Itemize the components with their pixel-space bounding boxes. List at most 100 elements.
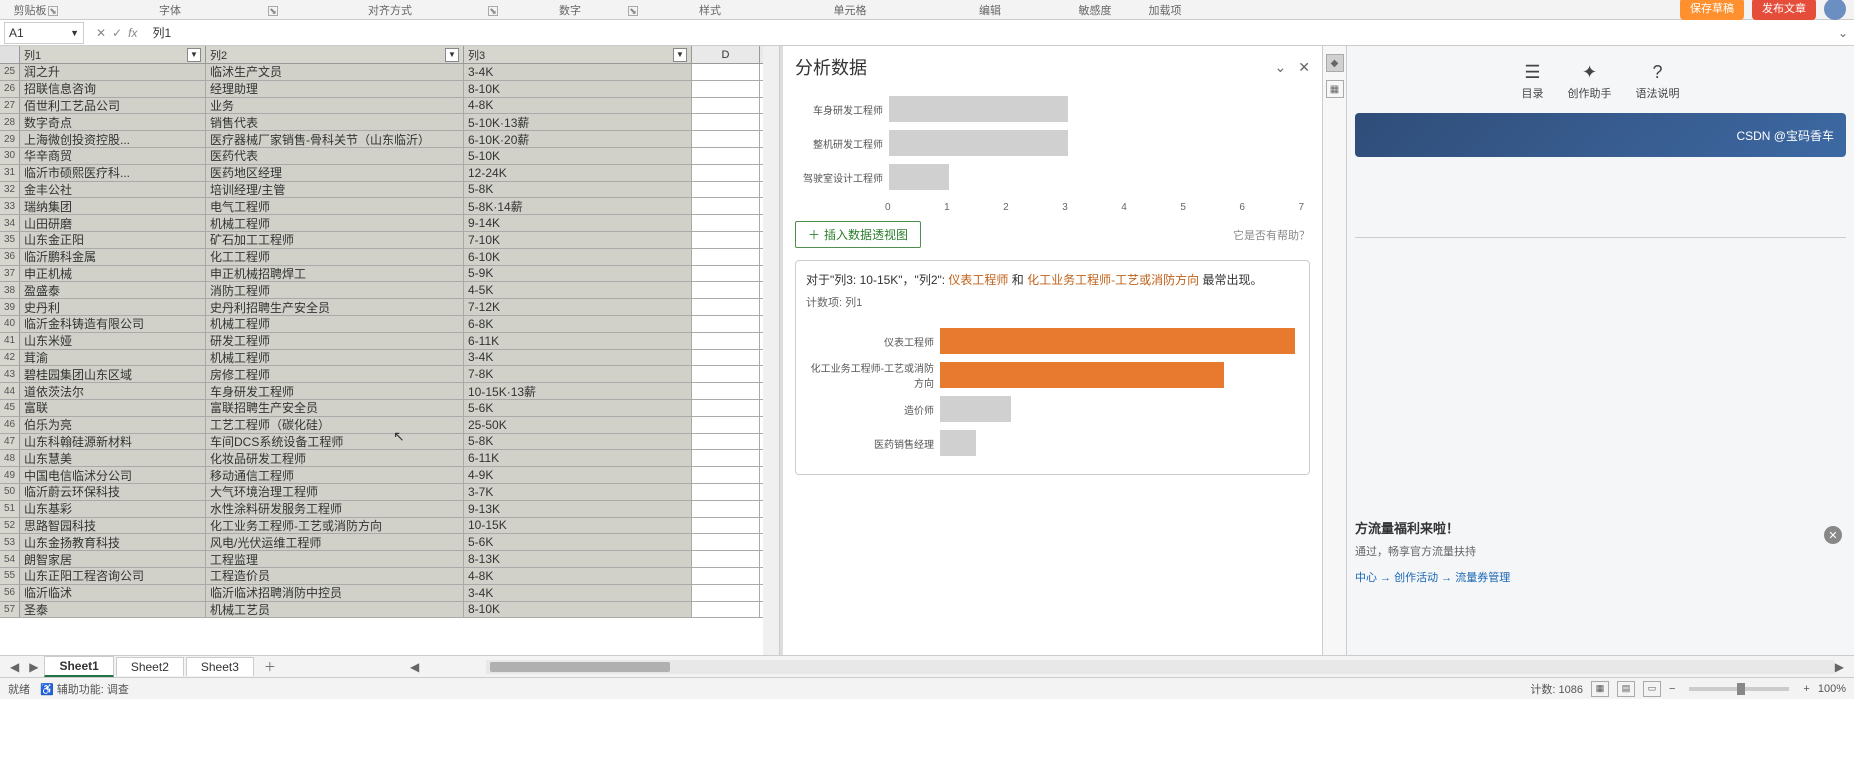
cell[interactable] bbox=[692, 148, 760, 164]
table-row[interactable]: 26招联信息咨询经理助理8-10K bbox=[0, 81, 779, 98]
cell[interactable]: 9-13K bbox=[464, 501, 692, 517]
table-row[interactable]: 30华辛商贸医药代表5-10K bbox=[0, 148, 779, 165]
tab-grammar[interactable]: ?语法说明 bbox=[1636, 62, 1680, 101]
table-row[interactable]: 42茸渝机械工程师3-4K bbox=[0, 350, 779, 367]
insert-pivot-button[interactable]: ＋插入数据透视图 bbox=[795, 221, 921, 248]
publish-button[interactable]: 发布文章 bbox=[1752, 0, 1816, 20]
cell[interactable]: 25-50K bbox=[464, 417, 692, 433]
cell[interactable] bbox=[692, 232, 760, 248]
cell[interactable] bbox=[692, 215, 760, 231]
cell[interactable]: 工艺工程师（碳化硅） bbox=[206, 417, 464, 433]
column-header-a[interactable]: 列1▼ bbox=[20, 46, 206, 63]
cell[interactable] bbox=[692, 81, 760, 97]
row-number[interactable]: 28 bbox=[0, 114, 20, 130]
cell[interactable]: 山东基彩 bbox=[20, 501, 206, 517]
cell[interactable]: 伯乐为亮 bbox=[20, 417, 206, 433]
cell[interactable]: 12-24K bbox=[464, 165, 692, 181]
zoom-out-icon[interactable]: − bbox=[1669, 683, 1675, 695]
cell[interactable]: 圣泰 bbox=[20, 602, 206, 618]
cell[interactable] bbox=[692, 484, 760, 500]
cell[interactable]: 山东科翰硅源新材料 bbox=[20, 434, 206, 450]
table-row[interactable]: 27佰世利工艺品公司业务4-8K bbox=[0, 98, 779, 115]
cell[interactable]: 机械工程师 bbox=[206, 316, 464, 332]
cell[interactable]: 移动通信工程师 bbox=[206, 467, 464, 483]
close-ad-icon[interactable]: ✕ bbox=[1824, 526, 1842, 544]
table-row[interactable]: 39史丹利史丹利招聘生产安全员7-12K bbox=[0, 299, 779, 316]
cell[interactable]: 4-8K bbox=[464, 98, 692, 114]
table-row[interactable]: 31临沂市硕熙医疗科...医药地区经理12-24K bbox=[0, 165, 779, 182]
cell[interactable]: 山田研磨 bbox=[20, 215, 206, 231]
cell[interactable]: 临沂市硕熙医疗科... bbox=[20, 165, 206, 181]
cell[interactable]: 数字奇点 bbox=[20, 114, 206, 130]
table-row[interactable]: 55山东正阳工程咨询公司工程造价员4-8K bbox=[0, 568, 779, 585]
dialog-launcher-icon[interactable]: ⬊ bbox=[488, 6, 498, 16]
column-header-c[interactable]: 列3▼ bbox=[464, 46, 692, 63]
row-number[interactable]: 44 bbox=[0, 383, 20, 399]
cell[interactable]: 瑞纳集团 bbox=[20, 198, 206, 214]
cell[interactable]: 机械工程师 bbox=[206, 350, 464, 366]
row-number[interactable]: 48 bbox=[0, 450, 20, 466]
chevron-down-icon[interactable]: ⌄ bbox=[1275, 59, 1287, 76]
table-row[interactable]: 48山东慧美化妆品研发工程师6-11K bbox=[0, 450, 779, 467]
cell[interactable]: 5-6K bbox=[464, 400, 692, 416]
cell[interactable]: 房修工程师 bbox=[206, 366, 464, 382]
filter-icon[interactable]: ▼ bbox=[673, 48, 687, 62]
sheet-tab-3[interactable]: Sheet3 bbox=[186, 657, 254, 676]
cell[interactable]: 化工工程师 bbox=[206, 249, 464, 265]
cell[interactable]: 机械工艺员 bbox=[206, 602, 464, 618]
formula-input[interactable]: 列1 bbox=[145, 22, 1831, 44]
cell[interactable]: 6-8K bbox=[464, 316, 692, 332]
cell[interactable]: 消防工程师 bbox=[206, 282, 464, 298]
row-number[interactable]: 35 bbox=[0, 232, 20, 248]
table-row[interactable]: 35山东金正阳矿石加工工程师7-10K bbox=[0, 232, 779, 249]
cell[interactable]: 临沂金科铸造有限公司 bbox=[20, 316, 206, 332]
cell[interactable]: 医药地区经理 bbox=[206, 165, 464, 181]
cell[interactable]: 史丹利 bbox=[20, 299, 206, 315]
dialog-launcher-icon[interactable]: ⬊ bbox=[268, 6, 278, 16]
table-row[interactable]: 33瑞纳集团电气工程师5-8K·14薪 bbox=[0, 198, 779, 215]
filter-icon[interactable]: ▼ bbox=[445, 48, 459, 62]
row-number[interactable]: 27 bbox=[0, 98, 20, 114]
avatar[interactable] bbox=[1824, 0, 1846, 20]
expand-formula-bar-icon[interactable]: ⌄ bbox=[1838, 26, 1848, 40]
cell[interactable]: 8-13K bbox=[464, 551, 692, 567]
cancel-icon[interactable]: ✕ bbox=[96, 26, 106, 40]
cell[interactable]: 5-6K bbox=[464, 534, 692, 550]
cell[interactable]: 申正机械招聘焊工 bbox=[206, 266, 464, 282]
cell[interactable]: 9-14K bbox=[464, 215, 692, 231]
view-page-icon[interactable]: ▤ bbox=[1617, 681, 1635, 697]
cell[interactable] bbox=[692, 518, 760, 534]
cell[interactable]: 临沂鹏科金属 bbox=[20, 249, 206, 265]
cell[interactable]: 富联招聘生产安全员 bbox=[206, 400, 464, 416]
table-row[interactable]: 45富联富联招聘生产安全员5-6K bbox=[0, 400, 779, 417]
row-number[interactable]: 46 bbox=[0, 417, 20, 433]
column-header-d[interactable]: D bbox=[692, 46, 760, 63]
cell[interactable]: 临沭生产文员 bbox=[206, 64, 464, 80]
grid[interactable]: 25润之升临沭生产文员3-4K26招联信息咨询经理助理8-10K27佰世利工艺品… bbox=[0, 64, 779, 655]
row-number[interactable]: 36 bbox=[0, 249, 20, 265]
cell[interactable] bbox=[692, 64, 760, 80]
accessibility-status[interactable]: ♿ 辅助功能: 调查 bbox=[40, 681, 129, 697]
select-all-corner[interactable] bbox=[0, 46, 20, 63]
cell[interactable]: 3-4K bbox=[464, 350, 692, 366]
cell[interactable]: 华辛商贸 bbox=[20, 148, 206, 164]
cell[interactable]: 5-10K bbox=[464, 148, 692, 164]
cell[interactable]: 机械工程师 bbox=[206, 215, 464, 231]
cell[interactable]: 工程监理 bbox=[206, 551, 464, 567]
cell[interactable] bbox=[692, 249, 760, 265]
cell[interactable]: 5-8K bbox=[464, 434, 692, 450]
cell[interactable]: 申正机械 bbox=[20, 266, 206, 282]
cell[interactable]: 3-7K bbox=[464, 484, 692, 500]
cell[interactable] bbox=[692, 182, 760, 198]
cell[interactable] bbox=[692, 467, 760, 483]
flow-links[interactable]: 中心 → 创作活动 → 流量券管理 bbox=[1355, 569, 1846, 585]
dialog-launcher-icon[interactable]: ⬊ bbox=[48, 6, 58, 16]
row-number[interactable]: 49 bbox=[0, 467, 20, 483]
cell[interactable]: 4-5K bbox=[464, 282, 692, 298]
table-row[interactable]: 34山田研磨机械工程师9-14K bbox=[0, 215, 779, 232]
tab-assist[interactable]: ✦创作助手 bbox=[1568, 62, 1612, 101]
cell[interactable]: 医药代表 bbox=[206, 148, 464, 164]
cell[interactable] bbox=[692, 585, 760, 601]
row-number[interactable]: 42 bbox=[0, 350, 20, 366]
cell[interactable]: 4-9K bbox=[464, 467, 692, 483]
